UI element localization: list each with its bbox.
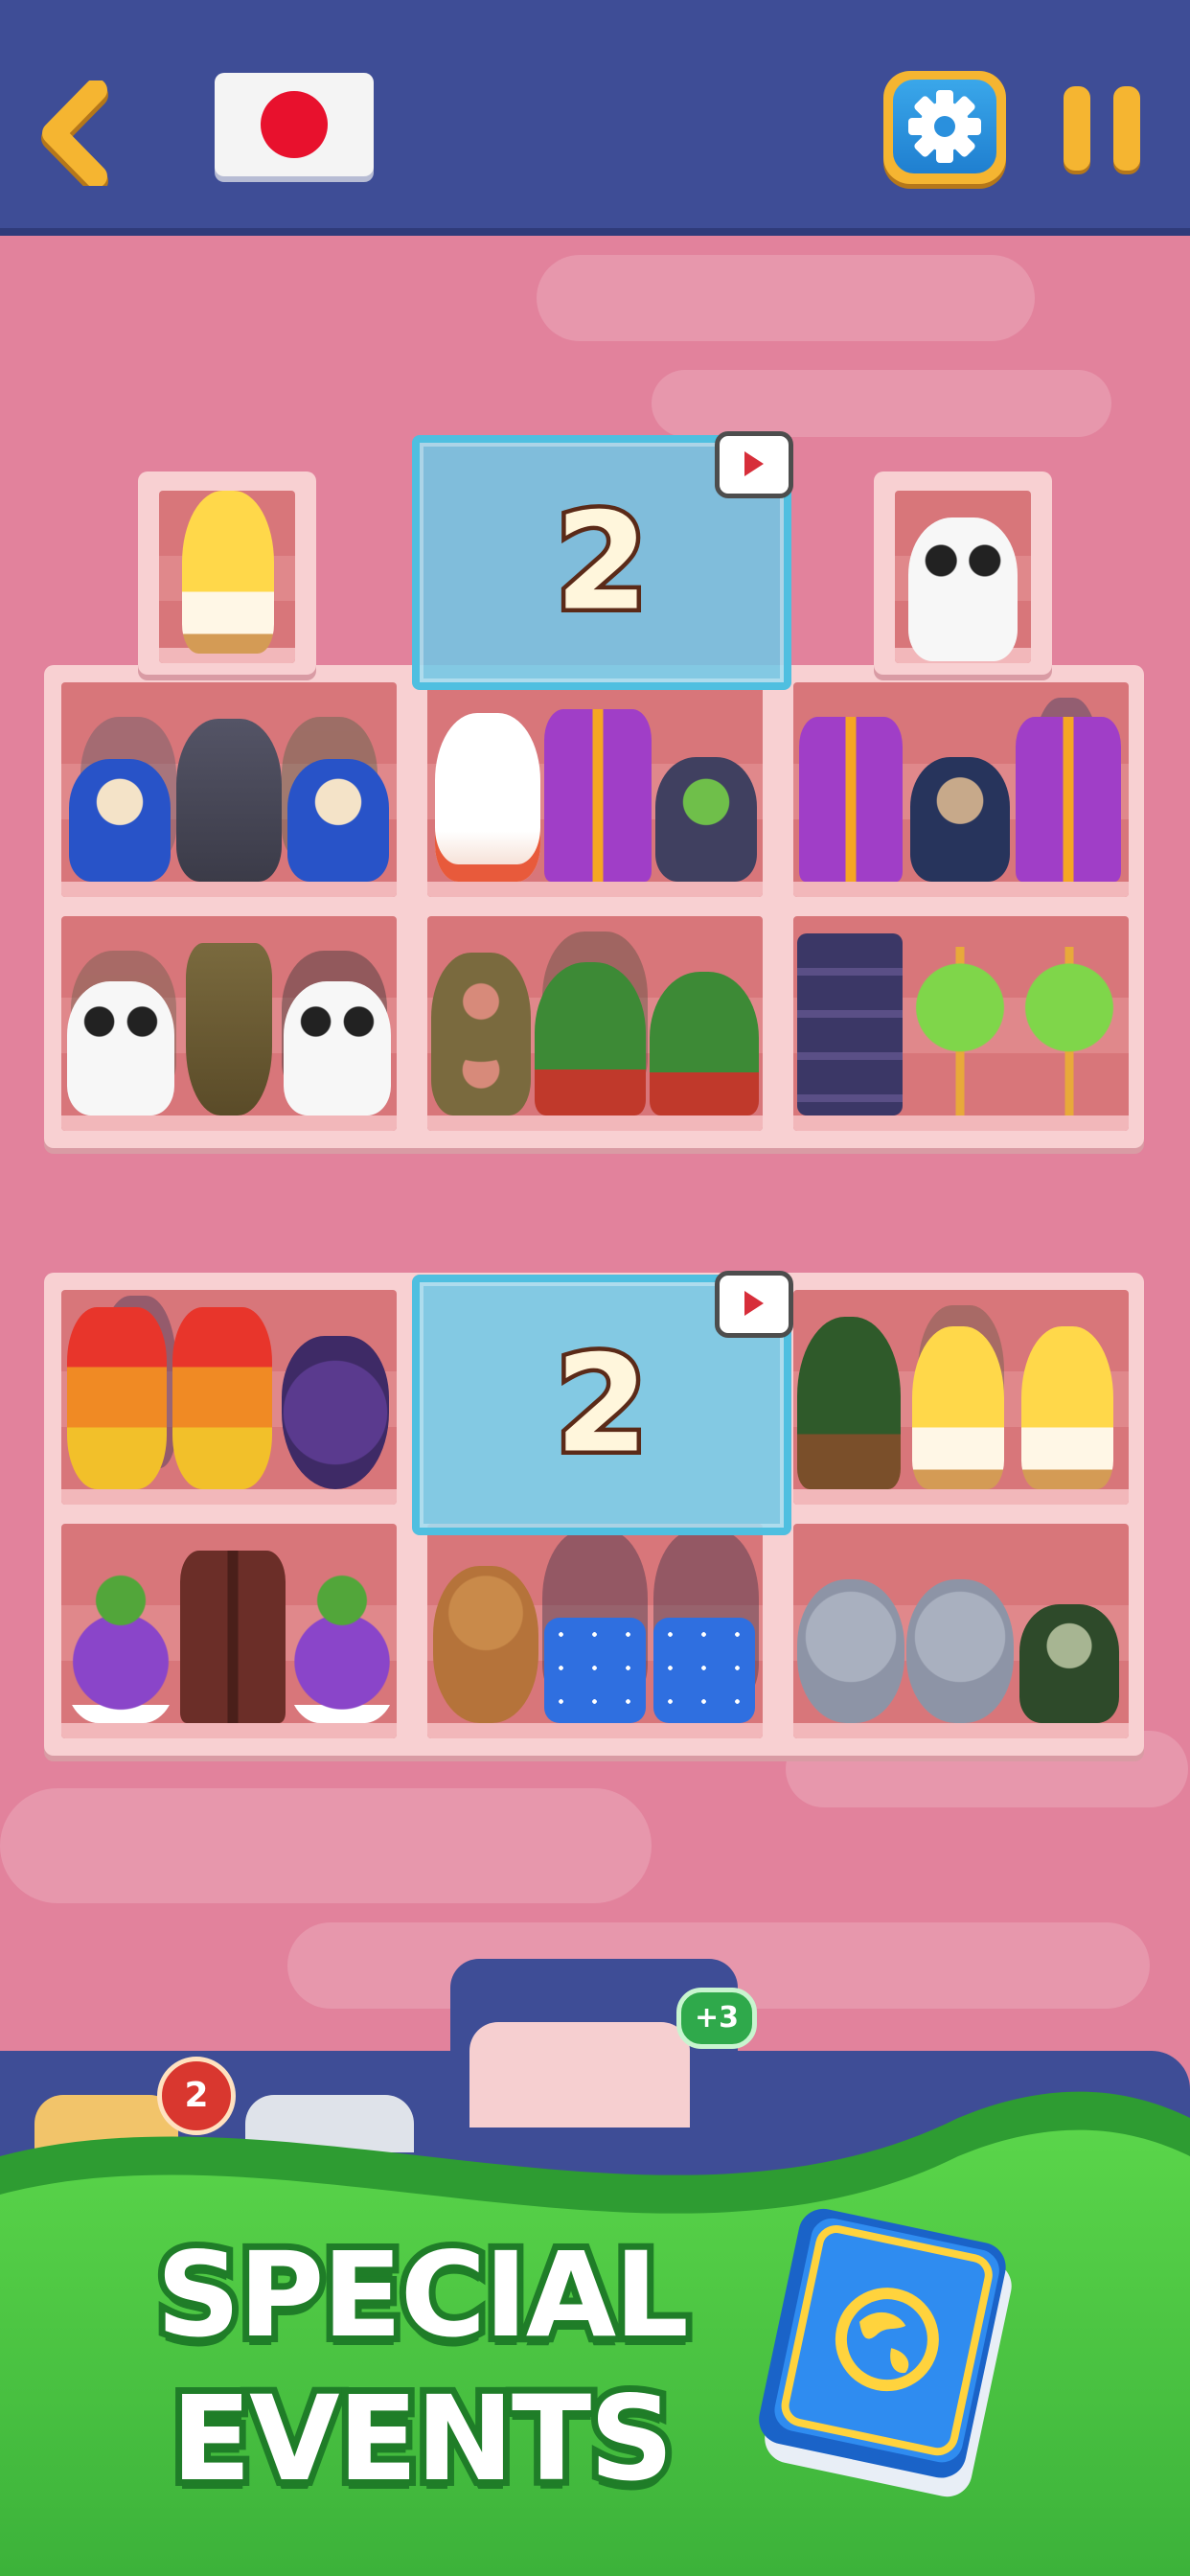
fox-mask-item[interactable] [435,713,540,882]
fox-mask-item[interactable] [176,719,282,882]
koinobori-item[interactable] [797,933,903,1116]
globe-book-icon[interactable] [745,2204,1033,2511]
locked-slot-count: 2 [551,1322,652,1487]
video-ad-button[interactable] [715,1271,793,1338]
top-bar [0,0,1190,236]
locked-slot-count: 2 [551,480,652,645]
pause-icon-bar [1113,86,1140,171]
dice-item[interactable] [544,1618,646,1723]
panda-item[interactable] [67,981,174,1116]
promo-title: SPECIAL EVENTS [149,2220,696,2514]
chick-popsicle-item[interactable] [182,491,274,654]
chevron-left-icon [41,79,108,194]
shelf-slot[interactable] [793,1524,1129,1738]
play-icon [744,1291,764,1316]
shelf-slot[interactable] [427,682,763,897]
shelf-slot[interactable] [793,916,1129,1131]
settings-button[interactable] [883,71,1006,184]
daruma-green-item[interactable] [1019,1604,1119,1723]
chick-popsicle-item[interactable] [912,1326,1004,1489]
grapes-item[interactable] [287,1570,397,1723]
bonsai-item[interactable] [535,962,646,1116]
grapes-item[interactable] [65,1570,176,1723]
pause-icon [1064,86,1090,171]
video-ad-button[interactable] [715,431,793,498]
play-icon [744,451,764,476]
daruma-navy-item[interactable] [910,757,1010,882]
koala-item[interactable] [797,1579,904,1723]
promo-line-2: EVENTS [165,2364,680,2514]
dango-skewer-item[interactable] [172,1307,272,1489]
kimono-item[interactable] [799,717,903,882]
promo-line-1: SPECIAL [149,2220,696,2370]
kimono-item[interactable] [544,709,652,882]
shelf-slot[interactable] [427,1524,763,1738]
dice-item[interactable] [653,1618,755,1723]
panda-item[interactable] [284,981,391,1116]
shelf-slot[interactable] [61,916,397,1131]
panda-item[interactable] [908,518,1018,661]
daruma-blue-item[interactable] [287,759,389,882]
uchiwa-fan-item[interactable] [1016,947,1123,1116]
back-button[interactable] [36,79,123,194]
kimono-item[interactable] [1016,717,1121,882]
daruma-blue-item[interactable] [69,759,171,882]
shelf-slot[interactable] [793,1290,1129,1505]
dango-skewer-item[interactable] [67,1307,167,1489]
grapes-item[interactable] [282,1336,389,1489]
gear-icon [908,90,981,163]
shelf-slot[interactable] [793,682,1129,897]
shelf-slot[interactable] [61,682,397,897]
kimono-brown-item[interactable] [180,1551,286,1723]
koala-item[interactable] [906,1579,1014,1723]
locked-slot[interactable]: 2 [412,1271,793,1535]
pause-button[interactable] [1064,86,1142,174]
chick-popsicle-item[interactable] [1021,1326,1113,1489]
topiary-item[interactable] [797,1317,901,1489]
locked-slot[interactable]: 2 [412,431,793,690]
shelf-slot[interactable] [61,1524,397,1738]
bonsai-item[interactable] [650,972,759,1116]
donut-item[interactable] [431,953,531,1116]
uchiwa-fan-item[interactable] [906,947,1014,1116]
trumpet-item[interactable] [186,943,272,1116]
alien-ufo-item[interactable] [655,757,757,882]
teddy-bear-item[interactable] [433,1566,538,1723]
shelf-slot[interactable] [427,916,763,1131]
country-flag-japan [215,73,374,176]
shelf-slot[interactable] [61,1290,397,1505]
